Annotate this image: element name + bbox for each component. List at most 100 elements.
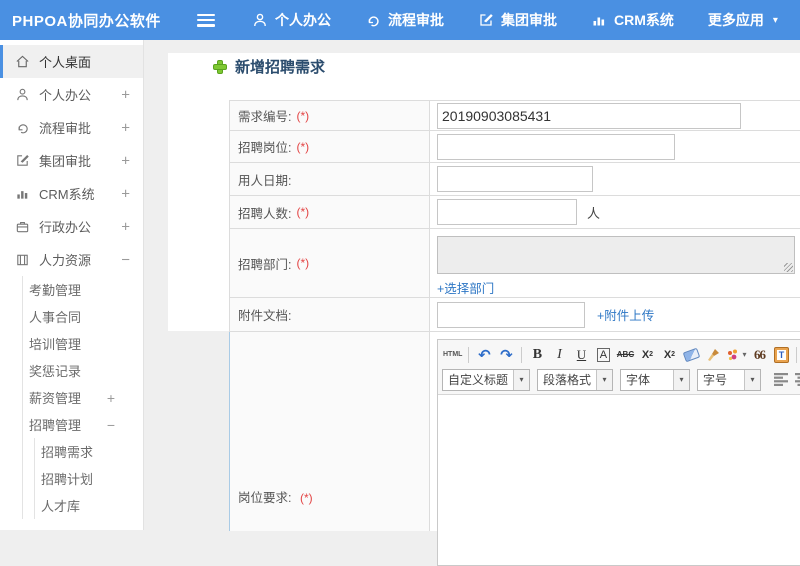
required-marker: (*) — [296, 108, 310, 123]
topnav-crm[interactable]: CRM系统 — [574, 0, 691, 40]
expand-plus-icon[interactable]: + — [121, 218, 130, 235]
sidebar-item-personal-office[interactable]: 个人办公 + — [0, 78, 143, 111]
superscript-button[interactable]: X2 — [637, 345, 657, 365]
required-marker: (*) — [296, 205, 310, 219]
required-marker: (*) — [299, 491, 313, 505]
attachment-input[interactable] — [437, 301, 585, 328]
sidebar-item-group-approval[interactable]: 集团审批 + — [0, 144, 143, 177]
required-marker: (*) — [296, 256, 310, 270]
font-size-select[interactable]: 字号 ▾ — [697, 368, 762, 391]
eraser-icon — [682, 347, 701, 362]
sidebar-item-talent-pool[interactable]: 人才库 — [35, 492, 143, 519]
chevron-down-icon: ▾ — [772, 14, 778, 26]
form-row-department: 招聘部门: (*) +选择部门 — [230, 229, 800, 298]
blockquote-button[interactable]: 66 — [749, 345, 769, 365]
redo-button[interactable]: ↷ — [496, 345, 516, 365]
chevron-down-icon: ▾ — [742, 350, 747, 359]
align-left-button[interactable] — [774, 373, 789, 386]
edit-icon — [14, 153, 30, 169]
rich-text-editor: HTML ↶ ↷ B I U A ABC X2 X2 ▾ 66 T 自定义标题 … — [437, 339, 800, 566]
sidebar-item-salary[interactable]: 薪资管理 + — [23, 384, 143, 411]
recruit-demand-form: 需求编号: (*) 招聘岗位: (*) 用人日期: 招聘人数: (*) — [229, 100, 800, 566]
position-input[interactable] — [437, 133, 675, 160]
form-row-job-requirements: 岗位要求: (*) HTML ↶ ↷ B I U A ABC X 2 X 2 ▾… — [229, 332, 800, 566]
sidebar-item-human-resources[interactable]: 人力资源 − — [0, 243, 143, 276]
field-label: 需求编号: — [238, 110, 292, 124]
request-number-input[interactable] — [437, 102, 741, 129]
paste-button[interactable]: T — [771, 345, 791, 365]
bar-chart-icon — [591, 12, 607, 28]
field-label: 招聘岗位: — [238, 141, 292, 155]
format-brush-button[interactable] — [703, 345, 723, 365]
required-marker: (*) — [296, 139, 310, 154]
chevron-down-icon: ▾ — [513, 369, 530, 390]
resize-grip[interactable] — [784, 263, 793, 272]
sidebar-item-personal-desktop[interactable]: 个人桌面 — [0, 45, 143, 78]
expand-plus-icon[interactable]: + — [121, 119, 130, 136]
field-label: 岗位要求: — [238, 491, 292, 505]
app-logo: PHPOA协同办公软件 — [12, 12, 161, 30]
form-row-attachment: 附件文档: +附件上传 — [230, 298, 800, 332]
topnav-personal-office[interactable]: 个人办公 — [235, 0, 348, 40]
page-title: 新增招聘需求 — [213, 56, 325, 77]
topnav-more-apps[interactable]: 更多应用 ▾ — [691, 0, 795, 40]
sidebar-item-rewards[interactable]: 奖惩记录 — [23, 357, 143, 384]
underline-button[interactable]: U — [571, 345, 591, 365]
expand-plus-icon[interactable]: + — [121, 152, 130, 169]
upload-attachment-link[interactable]: +附件上传 — [597, 305, 654, 324]
add-icon — [213, 59, 227, 74]
undo-button[interactable]: ↶ — [474, 345, 494, 365]
strikethrough-button[interactable]: ABC — [615, 345, 635, 365]
sidebar-item-hr-contract[interactable]: 人事合同 — [23, 303, 143, 330]
form-row-position: 招聘岗位: (*) — [230, 131, 800, 163]
sidebar-item-crm[interactable]: CRM系统 + — [0, 177, 143, 210]
color-palette-button[interactable]: ▾ — [725, 345, 747, 365]
briefcase-icon — [14, 219, 30, 235]
department-textarea[interactable] — [437, 236, 795, 274]
expand-plus-icon[interactable]: + — [121, 86, 130, 103]
headcount-input[interactable] — [437, 199, 577, 225]
brush-icon — [708, 348, 720, 361]
editor-toolbar: HTML ↶ ↷ B I U A ABC X2 X2 ▾ 66 T 自定义标题 … — [438, 340, 800, 395]
font-family-select[interactable]: 字体 ▾ — [620, 368, 691, 391]
custom-title-select[interactable]: 自定义标题 ▾ — [442, 368, 531, 391]
paragraph-format-select[interactable]: 段落格式 ▾ — [537, 368, 614, 391]
field-label: 附件文档: — [238, 309, 292, 323]
subscript-button[interactable]: X2 — [659, 345, 679, 365]
organization-icon — [14, 252, 30, 268]
sidebar-item-recruit-demand[interactable]: 招聘需求 — [35, 438, 143, 465]
sidebar-item-attendance[interactable]: 考勤管理 — [23, 276, 143, 303]
sidebar-item-recruitment[interactable]: 招聘管理 − — [23, 411, 143, 438]
format-a-button[interactable]: A — [596, 347, 611, 362]
recruitment-submenu: 招聘需求 招聘计划 人才库 — [34, 438, 143, 519]
sidebar-item-recruit-plan[interactable]: 招聘计划 — [35, 465, 143, 492]
sidebar: 个人桌面 个人办公 + 流程审批 + 集团审批 + CRM系统 + 行政办公 +… — [0, 40, 144, 530]
italic-button[interactable]: I — [549, 345, 569, 365]
select-department-link[interactable]: +选择部门 — [437, 278, 494, 297]
html-source-button[interactable]: HTML — [442, 345, 463, 365]
sidebar-item-workflow-approval[interactable]: 流程审批 + — [0, 111, 143, 144]
chevron-down-icon: ▾ — [673, 369, 690, 390]
align-center-button[interactable] — [795, 373, 800, 386]
expand-plus-icon[interactable]: + — [107, 390, 115, 406]
clipboard-icon: T — [773, 346, 789, 363]
expand-plus-icon[interactable]: + — [121, 185, 130, 202]
unit-suffix: 人 — [587, 205, 601, 221]
top-nav: 个人办公 流程审批 集团审批 CRM系统 更多应用 ▾ — [235, 0, 795, 40]
eraser-button[interactable] — [681, 345, 701, 365]
sidebar-item-training[interactable]: 培训管理 — [23, 330, 143, 357]
menu-toggle-icon[interactable] — [197, 13, 215, 27]
chevron-down-icon: ▾ — [744, 369, 761, 390]
collapse-minus-icon[interactable]: − — [107, 417, 115, 433]
hire-date-input[interactable] — [437, 166, 593, 192]
editor-content-area[interactable] — [438, 395, 800, 565]
topnav-group-approval[interactable]: 集团审批 — [461, 0, 574, 40]
user-icon — [252, 12, 268, 28]
bold-button[interactable]: B — [527, 345, 547, 365]
collapse-minus-icon[interactable]: − — [121, 251, 130, 268]
topnav-workflow-approval[interactable]: 流程审批 — [348, 0, 461, 40]
top-bar: PHPOA协同办公软件 个人办公 流程审批 集团审批 CRM系统 更多应用 ▾ — [0, 0, 800, 40]
process-icon — [365, 12, 381, 28]
form-row-hire-date: 用人日期: — [230, 163, 800, 196]
sidebar-item-administrative[interactable]: 行政办公 + — [0, 210, 143, 243]
